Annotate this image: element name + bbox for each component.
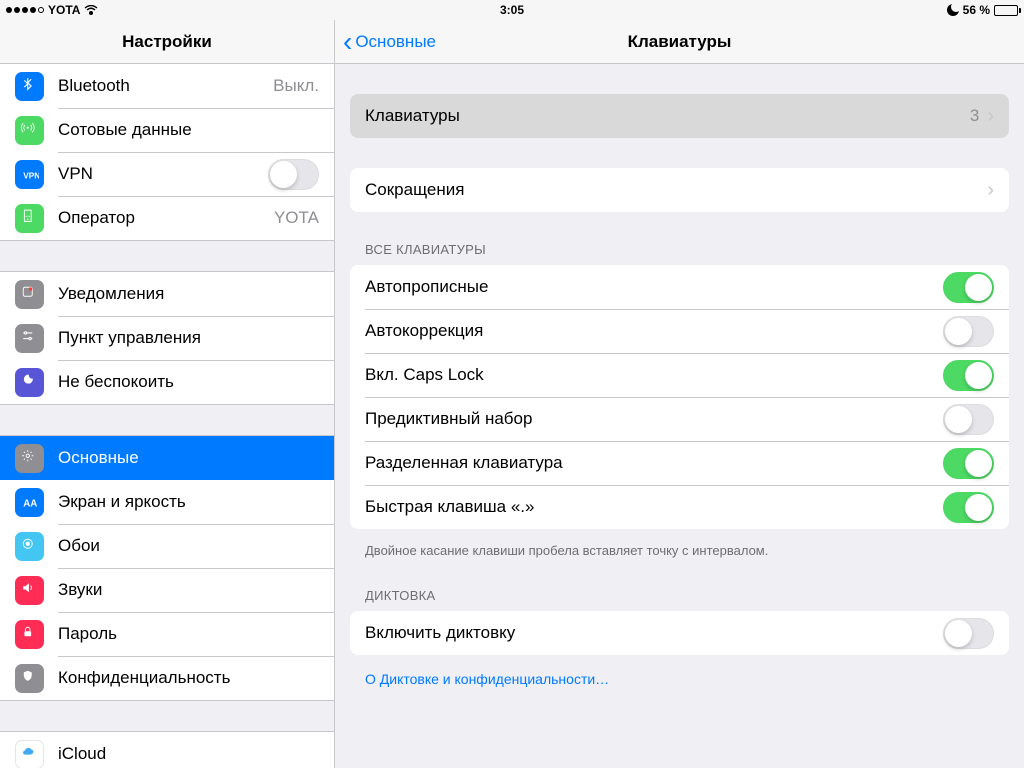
sidebar-item-label: Экран и яркость bbox=[58, 492, 319, 512]
sidebar: Настройки BluetoothВыкл. Сотовые данные VP… bbox=[0, 20, 335, 768]
sidebar-item-icloud[interactable]: iCloud bbox=[0, 732, 334, 768]
autocorr-toggle[interactable] bbox=[943, 316, 994, 347]
chevron-left-icon: ‹ bbox=[343, 28, 352, 56]
sidebar-item-bluetooth[interactable]: BluetoothВыкл. bbox=[0, 64, 334, 108]
keyboards-row[interactable]: Клавиатуры 3 › bbox=[350, 94, 1009, 138]
wallpaper-icon bbox=[15, 532, 44, 561]
svg-text:AA: AA bbox=[23, 499, 37, 510]
battery-icon bbox=[994, 5, 1018, 16]
carrier-name: YOTA bbox=[48, 3, 80, 17]
content-pane: ‹ Основные Клавиатуры Клавиатуры 3 › Сок… bbox=[335, 20, 1024, 768]
period-toggle[interactable] bbox=[943, 492, 994, 523]
privacy-icon bbox=[15, 664, 44, 693]
sidebar-item-cellular[interactable]: Сотовые данные bbox=[0, 108, 334, 152]
general-icon bbox=[15, 444, 44, 473]
sidebar-item-wallpaper[interactable]: Обои bbox=[0, 524, 334, 568]
all-keyboards-header: ВСЕ КЛАВИАТУРЫ bbox=[350, 242, 1009, 265]
autocorr-row[interactable]: Автокоррекция bbox=[350, 309, 1009, 353]
status-bar: YOTA 3:05 56 % bbox=[0, 0, 1024, 20]
sidebar-item-sounds[interactable]: Звуки bbox=[0, 568, 334, 612]
shortcuts-label: Сокращения bbox=[365, 180, 987, 200]
vpn-icon: VPN bbox=[15, 160, 44, 189]
capslock-label: Вкл. Caps Lock bbox=[365, 365, 943, 385]
cellular-icon bbox=[15, 116, 44, 145]
sidebar-item-label: Пароль bbox=[58, 624, 319, 644]
all-keyboards-footer: Двойное касание клавиши пробела вставляе… bbox=[350, 535, 1009, 558]
dictation-privacy-link[interactable]: О Диктовке и конфиденциальности… bbox=[350, 661, 1009, 697]
passcode-icon bbox=[15, 620, 44, 649]
content-header: ‹ Основные Клавиатуры bbox=[335, 20, 1024, 64]
carrier-icon bbox=[15, 204, 44, 233]
sidebar-item-label: Конфиденциальность bbox=[58, 668, 319, 688]
sidebar-item-privacy[interactable]: Конфиденциальность bbox=[0, 656, 334, 700]
sidebar-item-notifications[interactable]: Уведомления bbox=[0, 272, 334, 316]
period-row[interactable]: Быстрая клавиша «.» bbox=[350, 485, 1009, 529]
enable-dictation-row[interactable]: Включить диктовку bbox=[350, 611, 1009, 655]
sidebar-title: Настройки bbox=[0, 20, 334, 64]
battery-percent: 56 % bbox=[963, 3, 990, 17]
sounds-icon bbox=[15, 576, 44, 605]
sidebar-item-vpn[interactable]: VPN VPN bbox=[0, 152, 334, 196]
split-toggle[interactable] bbox=[943, 448, 994, 479]
sidebar-item-label: Сотовые данные bbox=[58, 120, 319, 140]
sidebar-item-label: Звуки bbox=[58, 580, 319, 600]
split-label: Разделенная клавиатура bbox=[365, 453, 943, 473]
predict-row[interactable]: Предиктивный набор bbox=[350, 397, 1009, 441]
autocap-row[interactable]: Автопрописные bbox=[350, 265, 1009, 309]
predict-label: Предиктивный набор bbox=[365, 409, 943, 429]
sidebar-item-controlcenter[interactable]: Пункт управления bbox=[0, 316, 334, 360]
sidebar-item-general[interactable]: Основные bbox=[0, 436, 334, 480]
split-row[interactable]: Разделенная клавиатура bbox=[350, 441, 1009, 485]
predict-toggle[interactable] bbox=[943, 404, 994, 435]
display-icon: AA bbox=[15, 488, 44, 517]
vpn-toggle[interactable] bbox=[268, 159, 319, 190]
sidebar-item-carrier[interactable]: ОператорYOTA bbox=[0, 196, 334, 240]
signal-dots-icon bbox=[6, 7, 44, 13]
autocorr-label: Автокоррекция bbox=[365, 321, 943, 341]
page-title: Клавиатуры bbox=[628, 32, 732, 52]
svg-text:VPN: VPN bbox=[23, 172, 39, 181]
back-button[interactable]: ‹ Основные bbox=[335, 28, 436, 56]
sidebar-item-dnd[interactable]: Не беспокоить bbox=[0, 360, 334, 404]
autocap-label: Автопрописные bbox=[365, 277, 943, 297]
wifi-icon bbox=[84, 5, 98, 15]
dnd-moon-icon bbox=[947, 4, 959, 16]
sidebar-item-value: YOTA bbox=[274, 208, 319, 228]
keyboards-label: Клавиатуры bbox=[365, 106, 970, 126]
sidebar-item-label: iCloud bbox=[58, 744, 319, 764]
chevron-right-icon: › bbox=[987, 105, 994, 128]
sidebar-item-label: Оператор bbox=[58, 208, 274, 228]
sidebar-item-label: Пункт управления bbox=[58, 328, 319, 348]
shortcuts-row[interactable]: Сокращения › bbox=[350, 168, 1009, 212]
dictation-header: ДИКТОВКА bbox=[350, 588, 1009, 611]
notifications-icon bbox=[15, 280, 44, 309]
capslock-toggle[interactable] bbox=[943, 360, 994, 391]
icloud-icon bbox=[15, 740, 44, 768]
enable-dictation-toggle[interactable] bbox=[943, 618, 994, 649]
sidebar-item-label: Обои bbox=[58, 536, 319, 556]
keyboards-count: 3 bbox=[970, 106, 979, 126]
sidebar-item-label: Не беспокоить bbox=[58, 372, 319, 392]
sidebar-item-label: Уведомления bbox=[58, 284, 319, 304]
sidebar-item-label: Основные bbox=[58, 448, 319, 468]
bluetooth-icon bbox=[15, 72, 44, 101]
sidebar-item-passcode[interactable]: Пароль bbox=[0, 612, 334, 656]
clock: 3:05 bbox=[500, 3, 524, 17]
sidebar-item-label: Bluetooth bbox=[58, 76, 273, 96]
enable-dictation-label: Включить диктовку bbox=[365, 623, 943, 643]
controlcenter-icon bbox=[15, 324, 44, 353]
chevron-right-icon: › bbox=[987, 179, 994, 202]
dnd-icon bbox=[15, 368, 44, 397]
capslock-row[interactable]: Вкл. Caps Lock bbox=[350, 353, 1009, 397]
sidebar-item-label: VPN bbox=[58, 164, 268, 184]
back-label: Основные bbox=[355, 32, 436, 52]
sidebar-item-value: Выкл. bbox=[273, 76, 319, 96]
sidebar-item-display[interactable]: AA Экран и яркость bbox=[0, 480, 334, 524]
autocap-toggle[interactable] bbox=[943, 272, 994, 303]
period-label: Быстрая клавиша «.» bbox=[365, 497, 943, 517]
